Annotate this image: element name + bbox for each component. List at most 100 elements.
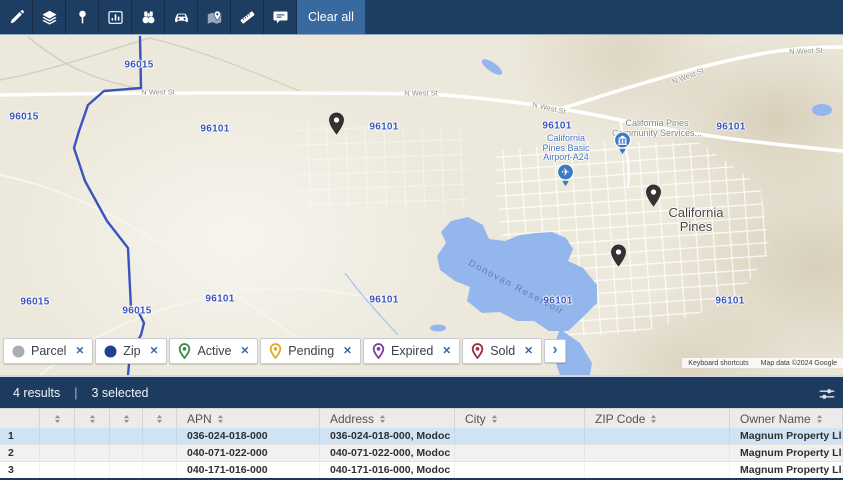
chip-label: Sold bbox=[490, 344, 515, 358]
property-marker[interactable] bbox=[610, 244, 627, 267]
drop-pin-icon bbox=[74, 9, 91, 26]
map-data-copyright: Map data ©2024 Google bbox=[755, 358, 843, 368]
selected-count: 3 selected bbox=[92, 386, 149, 400]
column-header-icon[interactable] bbox=[143, 409, 177, 428]
table-cell bbox=[455, 445, 585, 461]
table-cell bbox=[40, 462, 75, 478]
chip-close-icon[interactable]: ✕ bbox=[240, 346, 249, 357]
row-number-cell: 1 bbox=[0, 428, 40, 444]
column-label: Owner Name bbox=[740, 412, 811, 426]
filter-chip-expired[interactable]: Expired✕ bbox=[363, 338, 460, 364]
column-header-zip-code[interactable]: ZIP Code bbox=[585, 409, 730, 428]
chip-close-icon[interactable]: ✕ bbox=[75, 346, 84, 357]
airport-pin-icon[interactable]: ✈ bbox=[556, 163, 575, 188]
street-label: N West St bbox=[404, 89, 438, 98]
column-header-owner-name[interactable]: Owner Name bbox=[730, 409, 843, 428]
row-number-cell: 3 bbox=[0, 462, 40, 478]
zip-code-label: 96101 bbox=[200, 124, 229, 135]
chip-label: Parcel bbox=[31, 344, 66, 358]
sort-icon bbox=[816, 414, 823, 424]
sort-icon bbox=[650, 414, 657, 424]
clear-all-button[interactable]: Clear all bbox=[297, 0, 365, 34]
table-cell: 036-024-018-000 bbox=[177, 428, 320, 444]
table-cell bbox=[455, 462, 585, 478]
sliders-icon bbox=[819, 387, 835, 401]
pencil-tool-button[interactable] bbox=[0, 0, 33, 34]
map-canvas[interactable]: 9601596015960159601596101961019610196101… bbox=[0, 35, 843, 375]
filter-chip-sold[interactable]: Sold ✕ bbox=[462, 338, 542, 364]
chart-icon bbox=[107, 9, 124, 26]
pending-chip-pin-icon bbox=[269, 343, 282, 359]
drop-pin-tool-button[interactable] bbox=[66, 0, 99, 34]
comment-tool-button[interactable] bbox=[264, 0, 297, 34]
chip-close-icon[interactable]: ✕ bbox=[150, 346, 159, 357]
chip-close-icon[interactable]: ✕ bbox=[343, 346, 352, 357]
ruler-icon bbox=[239, 9, 256, 26]
parcel-grid-west bbox=[295, 123, 468, 211]
community-services-pin-icon[interactable] bbox=[613, 131, 632, 156]
zip-boundary-line bbox=[74, 37, 144, 375]
sort-icon bbox=[54, 414, 61, 424]
binoculars-tool-button[interactable] bbox=[132, 0, 165, 34]
property-marker[interactable] bbox=[645, 184, 662, 207]
table-row[interactable]: 3040-171-016-000040-171-016-000, ModocMa… bbox=[0, 462, 843, 479]
table-row[interactable]: 1036-024-018-000036-024-018-000, ModocMa… bbox=[0, 428, 843, 445]
column-header-icon[interactable] bbox=[75, 409, 110, 428]
column-header-icon[interactable] bbox=[110, 409, 143, 428]
filter-chip-zip[interactable]: Zip✕ bbox=[95, 338, 167, 364]
chips-expand-chevron[interactable]: › bbox=[544, 339, 566, 363]
column-header-address[interactable]: Address bbox=[320, 409, 455, 428]
property-marker[interactable] bbox=[328, 112, 345, 135]
street-label: N West St bbox=[141, 88, 175, 97]
zip-chip-circle-icon bbox=[104, 345, 117, 358]
city-label-california-pines: CaliforniaPines bbox=[669, 206, 724, 234]
keyboard-shortcuts-link[interactable]: Keyboard shortcuts bbox=[682, 358, 754, 368]
column-header-city[interactable]: City bbox=[455, 409, 585, 428]
table-cell: 036-024-018-000, Modoc bbox=[320, 428, 455, 444]
map-markers-icon bbox=[206, 9, 223, 26]
table-header-row: APN Address City ZIP Code Owner Name bbox=[0, 408, 843, 428]
layers-icon bbox=[41, 9, 58, 26]
chip-close-icon[interactable]: ✕ bbox=[524, 346, 533, 357]
zip-code-label: 96101 bbox=[715, 296, 744, 307]
chart-tool-button[interactable] bbox=[99, 0, 132, 34]
column-label: APN bbox=[187, 412, 212, 426]
table-cell bbox=[110, 462, 143, 478]
zip-code-label: 96101 bbox=[369, 295, 398, 306]
column-header-icon[interactable] bbox=[40, 409, 75, 428]
table-cell bbox=[110, 445, 143, 461]
column-header-apn[interactable]: APN bbox=[177, 409, 320, 428]
table-cell bbox=[110, 428, 143, 444]
table-cell: 040-171-016-000, Modoc bbox=[320, 462, 455, 478]
column-header-icon bbox=[0, 409, 40, 428]
sort-icon bbox=[123, 414, 130, 424]
parcel-map-app: Clear all bbox=[0, 0, 843, 480]
sort-icon bbox=[156, 414, 163, 424]
row-number-cell: 2 bbox=[0, 445, 40, 461]
table-cell bbox=[40, 428, 75, 444]
table-cell bbox=[75, 445, 110, 461]
column-label: City bbox=[465, 412, 486, 426]
zip-code-label: 96015 bbox=[124, 60, 153, 71]
ruler-tool-button[interactable] bbox=[231, 0, 264, 34]
filter-chip-parcel[interactable]: Parcel ✕ bbox=[3, 338, 93, 364]
table-row[interactable]: 2040-071-022-000040-071-022-000, ModocMa… bbox=[0, 445, 843, 462]
column-settings-button[interactable] bbox=[817, 385, 837, 403]
table-cell bbox=[455, 428, 585, 444]
filter-chip-active[interactable]: Active✕ bbox=[169, 338, 258, 364]
zip-code-label: 96101 bbox=[716, 122, 745, 133]
filter-chip-pending[interactable]: Pending✕ bbox=[260, 338, 361, 364]
table-body: 1036-024-018-000036-024-018-000, ModocMa… bbox=[0, 428, 843, 479]
column-label: ZIP Code bbox=[595, 412, 645, 426]
table-cell bbox=[143, 462, 177, 478]
table-cell bbox=[585, 445, 730, 461]
chip-close-icon[interactable]: ✕ bbox=[442, 346, 451, 357]
airport-poi-label: CaliforniaPines BasicAirport-A24 bbox=[542, 134, 589, 163]
zip-code-label: 96015 bbox=[20, 297, 49, 308]
map-markers-tool-button[interactable] bbox=[198, 0, 231, 34]
layers-tool-button[interactable] bbox=[33, 0, 66, 34]
table-cell bbox=[143, 428, 177, 444]
car-tool-button[interactable] bbox=[165, 0, 198, 34]
zip-code-label: 96101 bbox=[542, 121, 571, 132]
pencil-icon bbox=[8, 9, 25, 26]
